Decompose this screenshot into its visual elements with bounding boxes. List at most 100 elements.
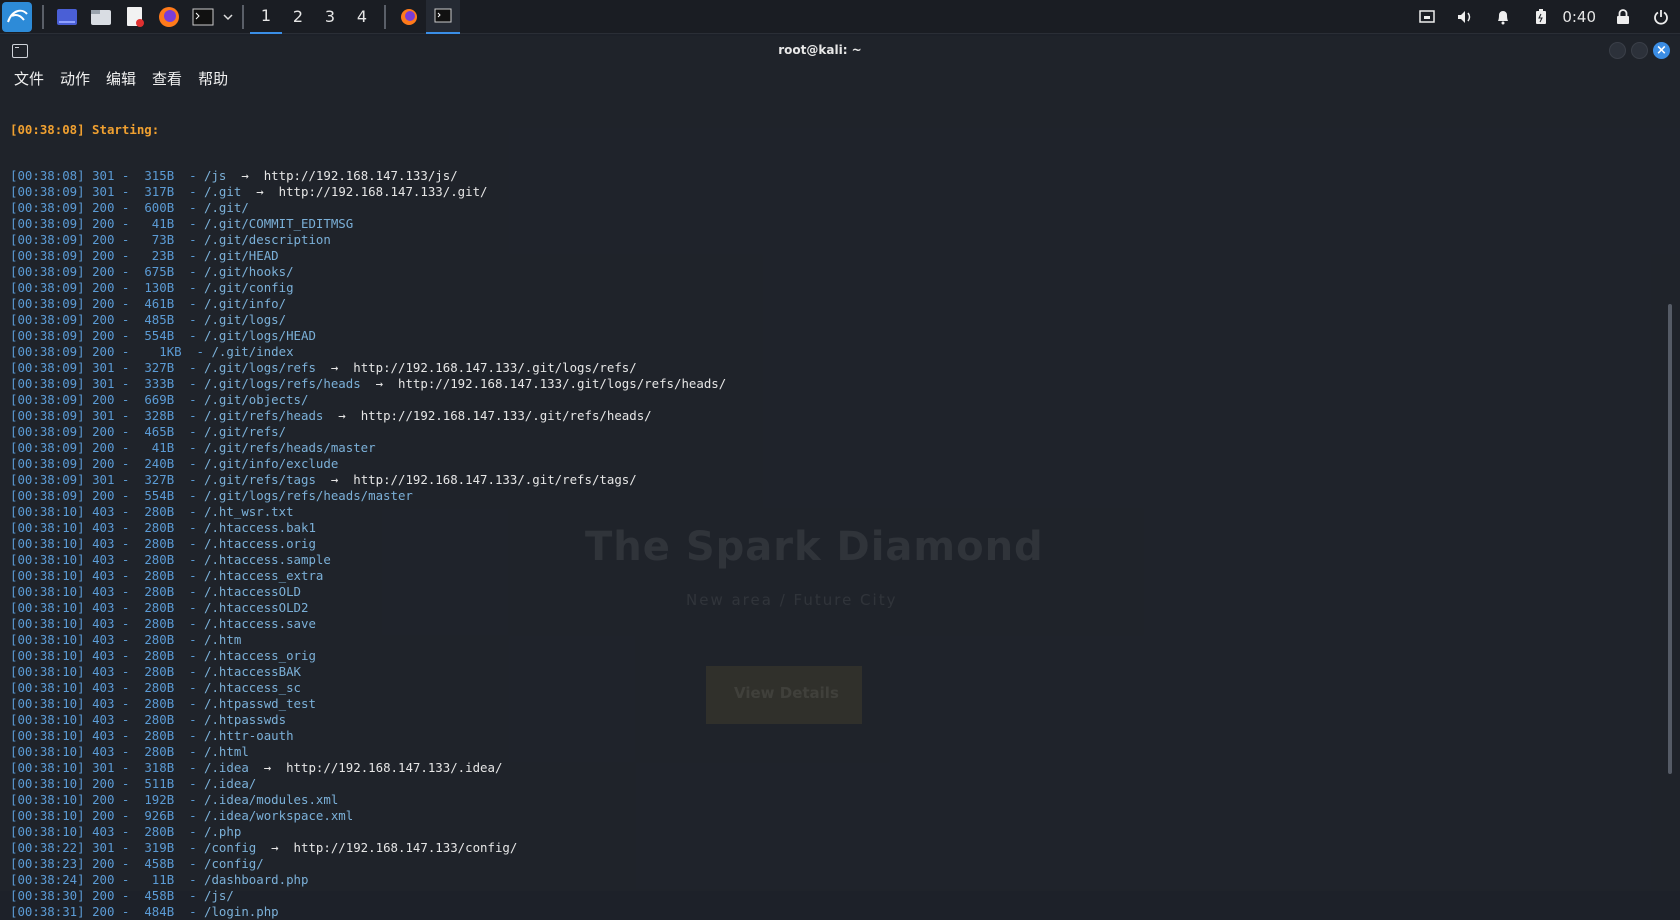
workspace-3[interactable]: 3 (314, 0, 346, 34)
log-redirect: http://192.168.147.133/js/ (263, 168, 458, 183)
workspace-2[interactable]: 2 (282, 0, 314, 34)
log-size: 280B (136, 712, 175, 727)
log-path: /.httr-oauth (204, 728, 294, 743)
network-icon[interactable] (1415, 5, 1439, 29)
log-status-code: 200 (92, 328, 115, 343)
log-path: /.htpasswds (204, 712, 287, 727)
log-timestamp: [00:38:31] (10, 904, 85, 919)
battery-icon[interactable] (1529, 5, 1553, 29)
log-timestamp: [00:38:10] (10, 776, 85, 791)
scrollbar[interactable] (1668, 304, 1672, 774)
log-size: 280B (136, 680, 175, 695)
window-titlebar[interactable]: root@kali: ~ × (0, 36, 1680, 66)
terminal-window: The Spark Diamond New area / Future City… (0, 36, 1680, 919)
log-timestamp: [00:38:30] (10, 888, 85, 903)
log-timestamp: [00:38:09] (10, 344, 85, 359)
log-status-code: 403 (92, 648, 115, 663)
workspace-4[interactable]: 4 (346, 0, 378, 34)
firefox-window-button[interactable] (392, 0, 426, 34)
log-line: [00:38:09] 200 - 485B - /.git/logs/ (10, 312, 287, 327)
log-path: /.git/ (204, 200, 249, 215)
log-line: [00:38:10] 403 - 280B - /.htaccessBAK (10, 664, 301, 679)
log-line: [00:38:09] 200 - 600B - /.git/ (10, 200, 249, 215)
dropdown-icon[interactable] (222, 5, 234, 29)
menu-edit[interactable]: 编辑 (106, 68, 136, 90)
log-line: [00:38:09] 200 - 73B - /.git/description (10, 232, 331, 247)
log-line: [00:38:09] 200 - 461B - /.git/info/ (10, 296, 287, 311)
log-line: [00:38:10] 403 - 280B - /.htpasswd_test (10, 696, 316, 711)
text-editor-icon[interactable] (123, 5, 147, 29)
menu-file[interactable]: 文件 (14, 68, 44, 90)
log-status-code: 403 (92, 536, 115, 551)
log-path: /.htpasswd_test (204, 696, 316, 711)
menu-actions[interactable]: 动作 (60, 68, 90, 90)
workspace-1[interactable]: 1 (250, 0, 282, 34)
log-size: 600B (136, 200, 175, 215)
lock-icon[interactable] (1611, 5, 1635, 29)
log-size: 280B (136, 584, 175, 599)
log-line: [00:38:10] 403 - 280B - /.htaccess_orig (10, 648, 316, 663)
log-size: 1KB (136, 344, 182, 359)
log-timestamp: [00:38:10] (10, 760, 85, 775)
log-path: /.git/info/exclude (204, 456, 339, 471)
log-size: 192B (136, 792, 175, 807)
log-timestamp: [00:38:09] (10, 200, 85, 215)
menu-view[interactable]: 查看 (152, 68, 182, 90)
kali-menu-icon[interactable] (2, 1, 32, 32)
log-timestamp: [00:38:10] (10, 600, 85, 615)
log-size: 458B (136, 856, 175, 871)
log-path: /config (204, 840, 257, 855)
log-path: /.htaccessBAK (204, 664, 301, 679)
log-size: 280B (136, 600, 175, 615)
log-path: /.git/COMMIT_EDITMSG (204, 216, 354, 231)
terminal-output[interactable]: [00:38:08] Starting: [00:38:08] 301 - 31… (10, 92, 1660, 920)
log-line: [00:38:10] 403 - 280B - /.htaccess.orig (10, 536, 316, 551)
taskbar: 1 2 3 4 0:40 (0, 0, 1680, 34)
log-timestamp: [00:38:09] (10, 280, 85, 295)
log-status-code: 200 (92, 232, 115, 247)
log-status-code: 200 (92, 216, 115, 231)
log-timestamp: [00:38:09] (10, 456, 85, 471)
minimize-button[interactable] (1609, 42, 1626, 59)
power-icon[interactable] (1649, 5, 1673, 29)
log-status-code: 200 (92, 280, 115, 295)
log-size: 461B (136, 296, 175, 311)
log-line: [00:38:09] 200 - 41B - /.git/COMMIT_EDIT… (10, 216, 354, 231)
log-line: [00:38:10] 403 - 280B - /.html (10, 744, 249, 759)
log-status-code: 200 (92, 808, 115, 823)
volume-icon[interactable] (1453, 5, 1477, 29)
desktop-icon[interactable] (55, 5, 79, 29)
log-size: 328B (136, 408, 175, 423)
file-manager-icon[interactable] (89, 5, 113, 29)
log-timestamp: [00:38:10] (10, 568, 85, 583)
close-button[interactable]: × (1653, 42, 1670, 59)
log-path: /dashboard.php (204, 872, 309, 887)
log-status-code: 200 (92, 456, 115, 471)
log-size: 511B (136, 776, 175, 791)
log-timestamp: [00:38:10] (10, 744, 85, 759)
terminal-icon[interactable] (191, 5, 215, 29)
log-path: /.htaccessOLD2 (204, 600, 309, 615)
log-timestamp: [00:38:10] (10, 536, 85, 551)
log-status-code: 200 (92, 856, 115, 871)
log-status-code: 200 (92, 888, 115, 903)
clock[interactable]: 0:40 (1562, 8, 1596, 26)
log-timestamp: [00:38:09] (10, 392, 85, 407)
menu-help[interactable]: 帮助 (198, 68, 228, 90)
log-path: /.git/refs/tags (204, 472, 316, 487)
maximize-button[interactable] (1631, 42, 1648, 59)
log-status-code: 301 (92, 840, 115, 855)
log-timestamp: [00:38:09] (10, 360, 85, 375)
terminal-window-button[interactable] (426, 0, 460, 34)
firefox-icon[interactable] (157, 5, 181, 29)
log-status-code: 403 (92, 616, 115, 631)
log-line: [00:38:09] 200 - 23B - /.git/HEAD (10, 248, 279, 263)
log-path: /.idea (204, 760, 249, 775)
log-line: [00:38:09] 301 - 333B - /.git/logs/refs/… (10, 376, 727, 391)
log-timestamp: [00:38:10] (10, 584, 85, 599)
log-size: 315B (136, 168, 175, 183)
log-line: [00:38:09] 301 - 327B - /.git/logs/refs … (10, 360, 637, 375)
log-timestamp: [00:38:09] (10, 488, 85, 503)
notification-icon[interactable] (1491, 5, 1515, 29)
log-timestamp: [00:38:09] (10, 232, 85, 247)
